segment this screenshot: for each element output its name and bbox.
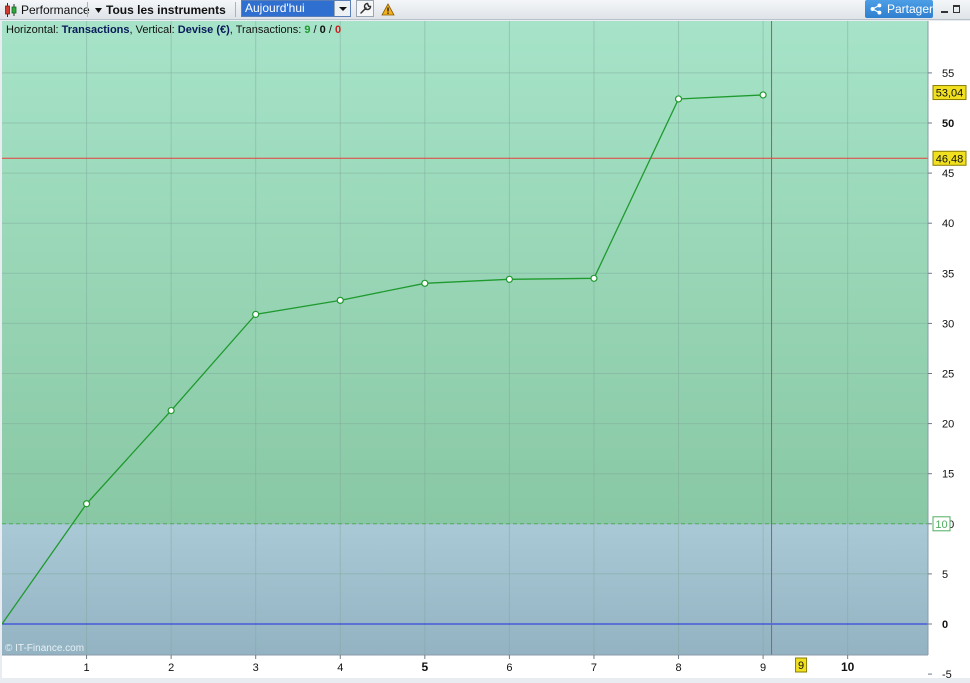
info-line: Horizontal: Transactions, Vertical: Devi… bbox=[6, 24, 341, 36]
data-point[interactable] bbox=[336, 296, 344, 304]
data-point[interactable] bbox=[421, 279, 429, 287]
maximize-button[interactable] bbox=[953, 3, 961, 13]
toolbar: Performance Tous les instruments Aujourd… bbox=[0, 0, 970, 20]
y-axis-tick-label: 30 bbox=[942, 318, 954, 330]
instruments-dropdown[interactable]: Tous les instruments bbox=[94, 0, 226, 19]
x-axis-tick-label: 2 bbox=[168, 662, 174, 674]
warning-icon bbox=[381, 3, 395, 16]
warning-indicator[interactable] bbox=[381, 0, 395, 19]
x-axis-tick-label: 5 bbox=[421, 660, 428, 674]
vertical-value: Devise (€) bbox=[178, 24, 230, 36]
x-axis-tick-label: 7 bbox=[591, 662, 597, 674]
y-axis-tick-label: 55 bbox=[942, 68, 954, 80]
threshold-badge-text: 10 bbox=[935, 519, 947, 531]
share-icon bbox=[870, 3, 882, 15]
transactions-sep: / bbox=[311, 24, 320, 36]
crosshair-x-badge: 9 bbox=[795, 657, 808, 673]
watermark: © IT-Finance.com bbox=[5, 643, 84, 654]
performance-label: Performance bbox=[21, 2, 90, 17]
data-point[interactable] bbox=[82, 500, 91, 508]
y-axis-tick-label: 50 bbox=[942, 118, 954, 130]
y-axis-tick-label: 20 bbox=[942, 419, 954, 431]
last-value-badge-text: 53,04 bbox=[936, 88, 964, 100]
chevron-down-icon bbox=[95, 7, 102, 13]
threshold-badge: 10 bbox=[932, 516, 951, 532]
transactions-loss: 0 bbox=[335, 24, 341, 36]
y-axis-panel bbox=[928, 21, 970, 655]
minimize-icon bbox=[941, 11, 948, 13]
chart-svg: 5550454035302520151050-5 12345678910 53,… bbox=[1, 21, 970, 681]
y-axis-tick-label: 0 bbox=[942, 619, 948, 631]
negative-zone bbox=[2, 523, 928, 655]
x-axis-tick-label: 4 bbox=[337, 662, 343, 674]
y-axis-tick-label: 40 bbox=[942, 218, 954, 230]
y-axis-tick-label: 5 bbox=[942, 569, 948, 581]
crosshair-y-badge-text: 46,48 bbox=[936, 153, 964, 165]
x-axis-tick-label: 10 bbox=[841, 660, 855, 674]
x-axis-panel bbox=[2, 655, 970, 678]
transactions-label: , Transactions: bbox=[230, 24, 305, 36]
x-axis-tick-label: 3 bbox=[253, 662, 259, 674]
candlestick-icon bbox=[5, 2, 17, 17]
select-arrow[interactable] bbox=[334, 1, 350, 16]
y-axis-tick-label: 45 bbox=[942, 168, 954, 180]
horizontal-value: Transactions bbox=[62, 24, 130, 36]
last-value-badge: 53,04 bbox=[932, 85, 967, 101]
vertical-label: , Vertical: bbox=[130, 24, 178, 36]
horizontal-label: Horizontal: bbox=[6, 24, 62, 36]
minimize-button[interactable] bbox=[941, 3, 949, 13]
crosshair-y-badge: 46,48 bbox=[932, 150, 967, 166]
y-axis-tick-label: 35 bbox=[942, 268, 954, 280]
settings-button[interactable] bbox=[356, 0, 374, 17]
maximize-icon bbox=[953, 5, 960, 13]
wrench-icon bbox=[359, 2, 371, 14]
y-axis-tick-label: -5 bbox=[942, 669, 952, 678]
positive-zone bbox=[2, 21, 928, 524]
data-point[interactable] bbox=[505, 275, 513, 283]
x-axis-tick-label: 8 bbox=[675, 662, 681, 674]
y-axis-tick-label: 15 bbox=[942, 469, 954, 481]
transactions-sep: / bbox=[326, 24, 335, 36]
toolbar-divider bbox=[87, 2, 88, 17]
period-select-value: Aujourd'hui bbox=[245, 1, 305, 15]
data-point[interactable] bbox=[252, 310, 260, 318]
crosshair-x-badge-text: 9 bbox=[798, 660, 804, 672]
data-point[interactable] bbox=[674, 95, 683, 103]
toolbar-divider bbox=[235, 2, 236, 17]
x-axis-tick-label: 9 bbox=[760, 662, 766, 674]
data-point[interactable] bbox=[759, 91, 767, 99]
share-label: Partager bbox=[886, 2, 933, 16]
chevron-down-icon bbox=[338, 6, 347, 11]
period-select[interactable]: Aujourd'hui bbox=[241, 0, 351, 17]
equity-chart[interactable]: 5550454035302520151050-5 12345678910 53,… bbox=[1, 21, 970, 681]
performance-button[interactable]: Performance bbox=[4, 0, 90, 19]
x-axis-tick-label: 6 bbox=[506, 662, 512, 674]
x-axis-tick-label: 1 bbox=[84, 662, 90, 674]
data-point[interactable] bbox=[590, 274, 598, 282]
data-point[interactable] bbox=[167, 406, 175, 415]
instruments-label: Tous les instruments bbox=[106, 2, 226, 17]
y-axis-tick-label: 25 bbox=[942, 369, 954, 381]
share-button[interactable]: Partager bbox=[865, 0, 933, 18]
